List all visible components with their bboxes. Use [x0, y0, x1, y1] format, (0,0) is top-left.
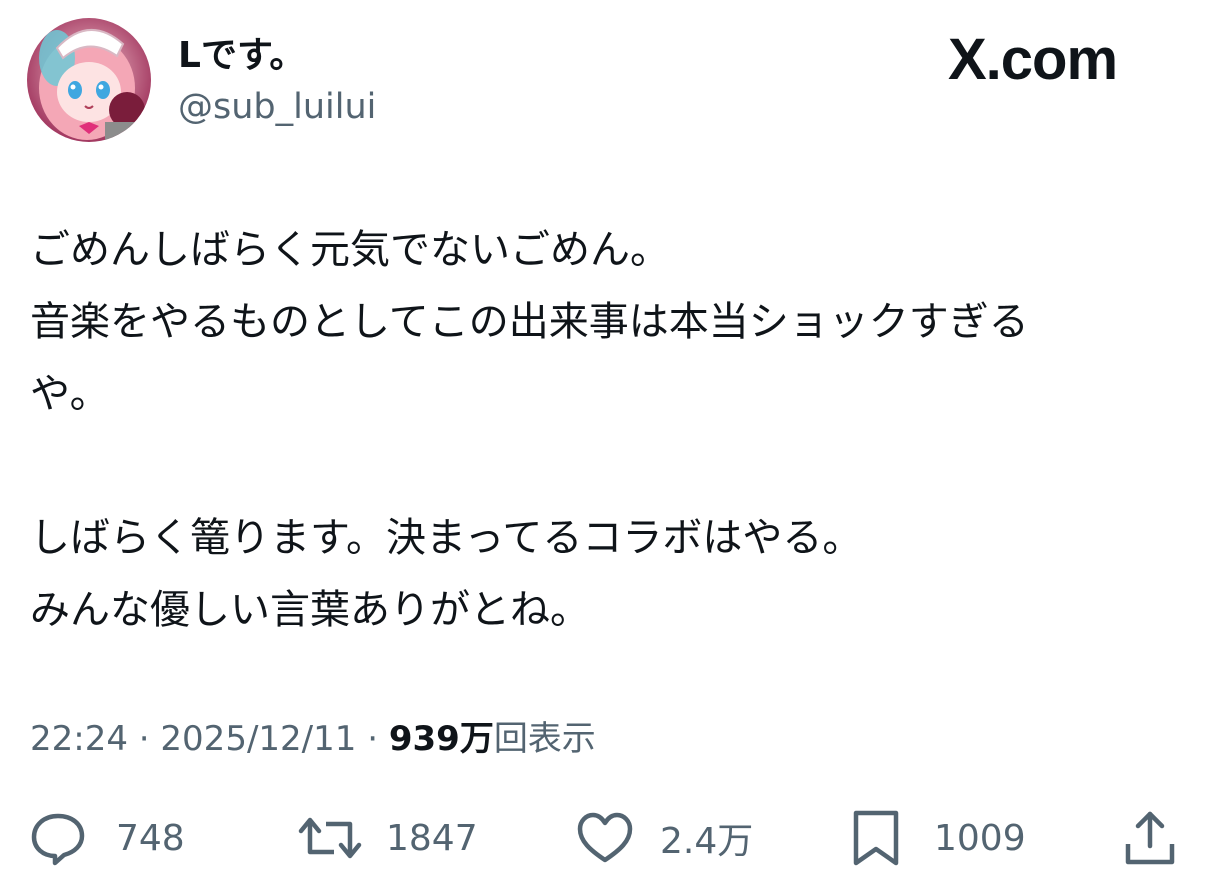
post-line: みんな優しい言葉ありがとね。: [30, 587, 590, 633]
post-line: や。: [30, 371, 110, 417]
reply-icon: [31, 813, 85, 866]
reply-button[interactable]: 748: [30, 808, 185, 868]
views-count: 939: [388, 719, 460, 759]
meta-separator: ·: [127, 719, 161, 759]
post-date[interactable]: 2025/12/11: [160, 719, 356, 759]
user-handle[interactable]: @sub_luilui: [178, 84, 376, 130]
heart-icon: [577, 812, 633, 863]
share-button[interactable]: [1124, 808, 1176, 868]
repost-icon: [298, 817, 362, 859]
repost-count: 1847: [386, 817, 478, 859]
post-line: ごめんしばらく元気でないごめん。: [30, 227, 670, 273]
display-name[interactable]: Lです。: [178, 32, 305, 80]
x-logo: X.com: [948, 27, 1118, 92]
meta-separator: ·: [356, 719, 389, 759]
post-line: しばらく篭ります。決まってるコラボはやる。: [30, 515, 863, 561]
like-button[interactable]: 2.4万: [576, 808, 753, 868]
repost-button[interactable]: 1847: [298, 808, 478, 868]
bookmark-icon: [853, 810, 899, 866]
views-label: 回表示: [493, 719, 596, 759]
post-line: 音楽をやるものとしてこの出来事は本当ショックすぎる: [30, 299, 1029, 345]
avatar-image: [27, 18, 151, 142]
post-text: ごめんしばらく元気でないごめん。 音楽をやるものとしてこの出来事は本当ショックす…: [30, 214, 1180, 646]
bookmark-button[interactable]: 1009: [852, 808, 1026, 868]
share-icon: [1125, 811, 1175, 865]
brand-name: X.com: [948, 27, 1118, 92]
reply-count: 748: [116, 817, 185, 859]
bookmark-count: 1009: [934, 817, 1026, 859]
post-time[interactable]: 22:24: [30, 719, 128, 759]
views-unit: 万: [459, 719, 494, 759]
like-count: 2.4万: [660, 821, 754, 862]
post-meta: 22:24 · 2025/12/11 · 939万回表示: [30, 716, 596, 762]
avatar[interactable]: [27, 18, 151, 142]
